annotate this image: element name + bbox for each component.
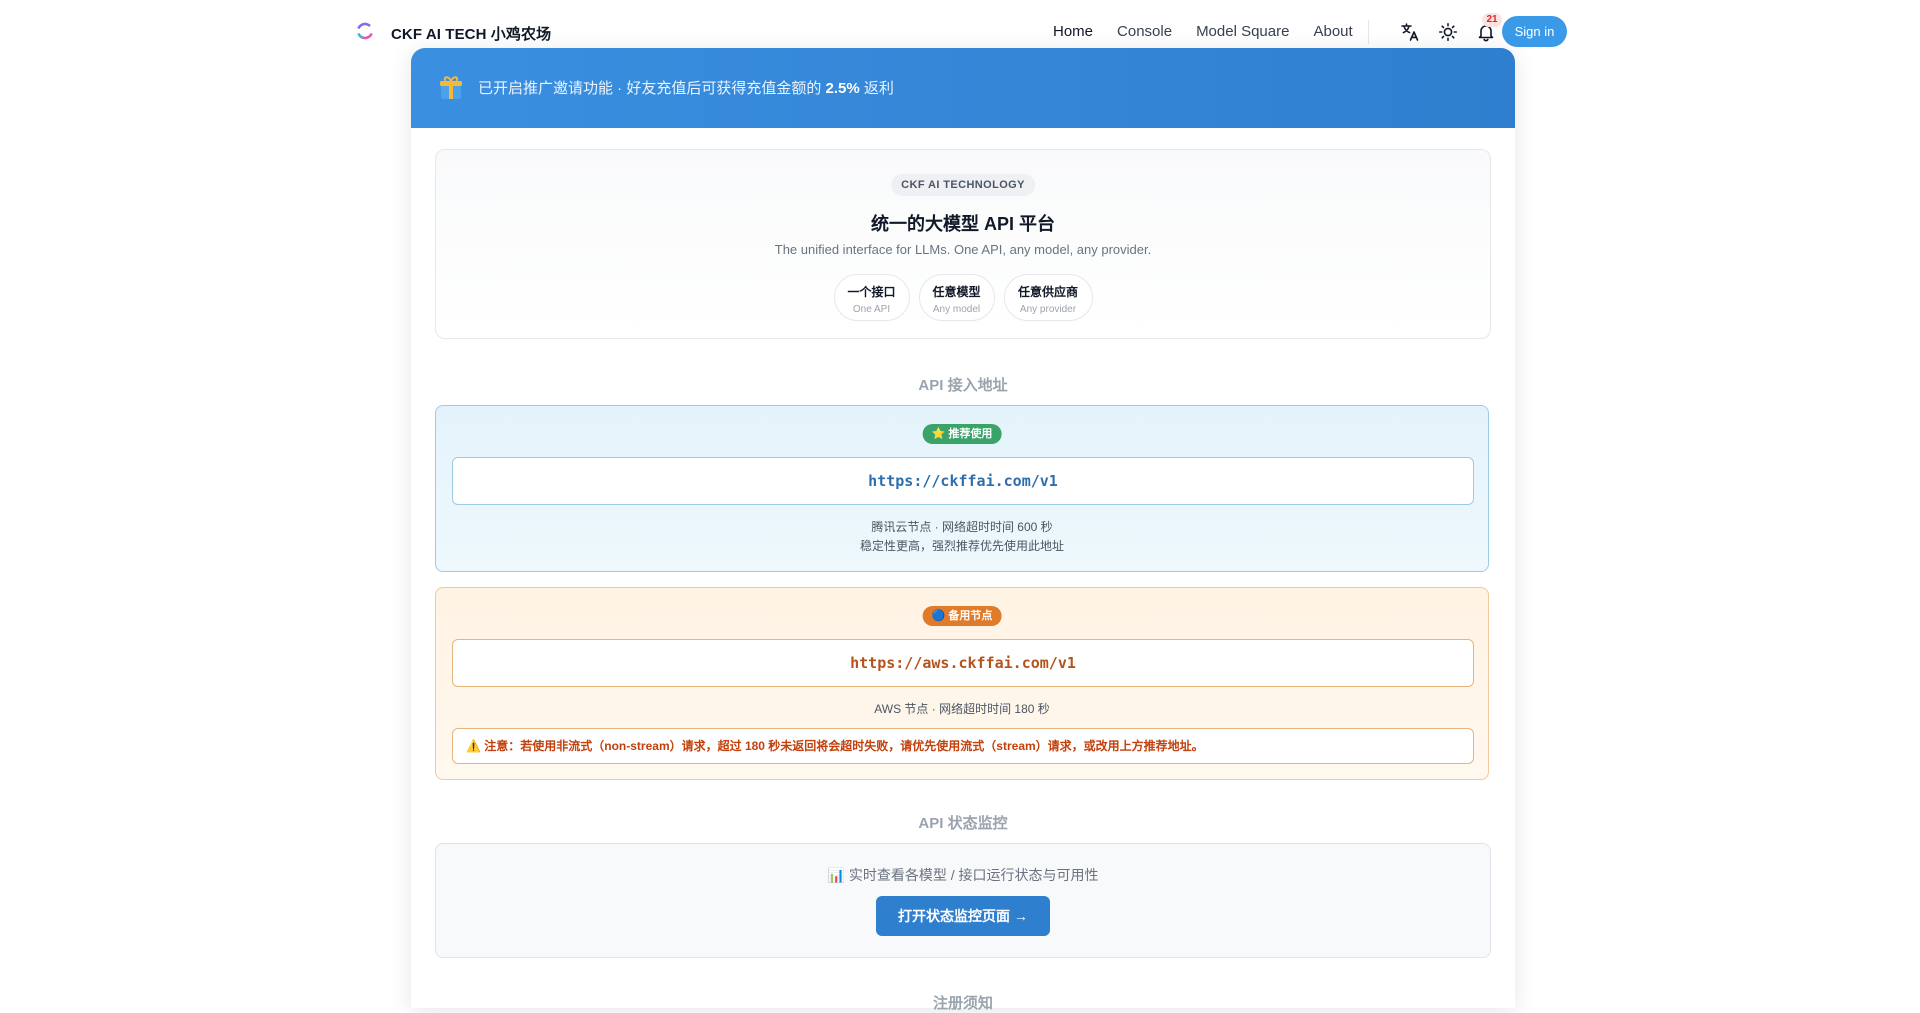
monitor-description: 📊 实时查看各模型 / 接口运行状态与可用性: [827, 867, 1099, 883]
backup-endpoint-box: 🔵 备用节点 https://aws.ckffai.com/v1 AWS 节点 …: [435, 587, 1489, 780]
theme-toggle-button[interactable]: [1435, 19, 1461, 45]
backup-endpoint-note: AWS 节点 · 网络超时时间 180 秒: [874, 702, 1050, 716]
pill-sub-label: Any model: [932, 304, 981, 315]
nav-about[interactable]: About: [1313, 23, 1352, 40]
hero-title: 统一的大模型 API 平台: [870, 214, 1055, 234]
pill-one-api: 一个接口 One API: [833, 274, 910, 321]
timeout-warning: ⚠️ 注意：若使用非流式（non-stream）请求，超过 180 秒未返回将会…: [452, 728, 1474, 764]
status-monitor-box: 📊 实时查看各模型 / 接口运行状态与可用性 打开状态监控页面 →: [435, 843, 1491, 958]
sign-in-button[interactable]: Sign in: [1502, 16, 1567, 47]
pill-sub-label: One API: [852, 304, 891, 315]
primary-endpoint-note-2: 稳定性更高，强烈推荐优先使用此地址: [859, 539, 1064, 553]
logo-icon[interactable]: [356, 22, 374, 40]
banner-text-after: 返利: [859, 80, 894, 97]
gift-icon: [440, 76, 462, 99]
main-card: 已开启推广邀请功能 · 好友充值后可获得充值金额的 2.5% 返利 CKF AI…: [411, 48, 1515, 1012]
api-section-title: API 接入地址: [918, 377, 1008, 394]
pill-main-label: 一个接口: [847, 285, 896, 299]
hero-box: CKF AI TECHNOLOGY 统一的大模型 API 平台 The unif…: [435, 149, 1491, 339]
brand-name[interactable]: CKF AI TECH 小鸡农场: [391, 23, 551, 44]
referral-rate: 2.5%: [825, 80, 860, 97]
notification-count-badge: 21: [1482, 13, 1502, 27]
registration-notice-title: 注册须知: [932, 995, 993, 1012]
pill-any-model: 任意模型 Any model: [918, 274, 995, 321]
recommended-badge: ⭐ 推荐使用: [922, 424, 1002, 444]
feature-pills: 一个接口 One API 任意模型 Any model 任意供应商 Any pr…: [436, 274, 1490, 321]
primary-endpoint-box: ⭐ 推荐使用 https://ckffai.com/v1 腾讯云节点 · 网络超…: [435, 405, 1489, 572]
nav-console[interactable]: Console: [1117, 23, 1172, 40]
pill-any-provider: 任意供应商 Any provider: [1003, 274, 1093, 321]
translate-icon: [1401, 23, 1419, 41]
banner-text-before: 已开启推广邀请功能 · 好友充值后可获得充值金额的: [478, 80, 826, 97]
nav-home[interactable]: Home: [1053, 23, 1093, 40]
open-status-monitor-button[interactable]: 打开状态监控页面 →: [876, 896, 1050, 936]
primary-endpoint-note: 腾讯云节点 · 网络超时时间 600 秒: [871, 520, 1053, 534]
language-button[interactable]: [1397, 19, 1423, 45]
primary-endpoint-url[interactable]: https://ckffai.com/v1: [452, 457, 1474, 505]
nav-links: Home Console Model Square About: [1053, 23, 1377, 40]
hero-subtitle: The unified interface for LLMs. One API,…: [774, 242, 1152, 257]
pill-main-label: 任意供应商: [1017, 285, 1078, 299]
pill-main-label: 任意模型: [932, 285, 981, 299]
monitor-section-title: API 状态监控: [918, 815, 1008, 832]
pill-sub-label: Any provider: [1019, 304, 1077, 315]
backup-badge: 🔵 备用节点: [922, 606, 1002, 626]
hero-tag: CKF AI TECHNOLOGY: [891, 174, 1035, 196]
sun-icon: [1438, 22, 1458, 42]
referral-banner: 已开启推广邀请功能 · 好友充值后可获得充值金额的 2.5% 返利: [411, 48, 1515, 128]
nav-divider: [1368, 20, 1369, 44]
backup-endpoint-url[interactable]: https://aws.ckffai.com/v1: [452, 639, 1474, 687]
nav-model-square[interactable]: Model Square: [1196, 23, 1289, 40]
banner-text: 已开启推广邀请功能 · 好友充值后可获得充值金额的 2.5% 返利: [478, 77, 894, 98]
